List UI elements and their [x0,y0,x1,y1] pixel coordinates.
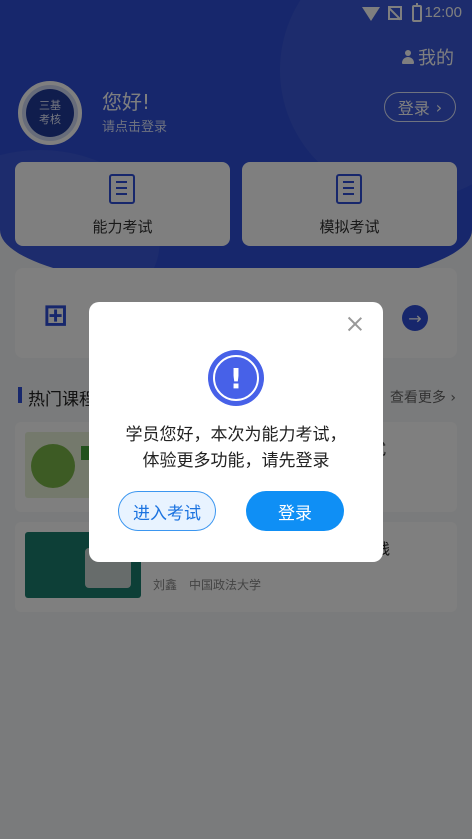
enter-exam-button[interactable]: 进入考试 [118,491,216,531]
dialog-message: 学员您好，本次为能力考试， 体验更多功能，请先登录 [89,422,383,474]
dialog-message-line1: 学员您好，本次为能力考试， [125,425,347,445]
alert-icon: ! [208,350,264,406]
close-icon[interactable] [347,316,363,332]
login-dialog: ! 学员您好，本次为能力考试， 体验更多功能，请先登录 进入考试 登录 [89,302,383,562]
dialog-login-button[interactable]: 登录 [246,491,344,531]
dialog-message-line2: 体验更多功能，请先登录 [142,451,330,471]
